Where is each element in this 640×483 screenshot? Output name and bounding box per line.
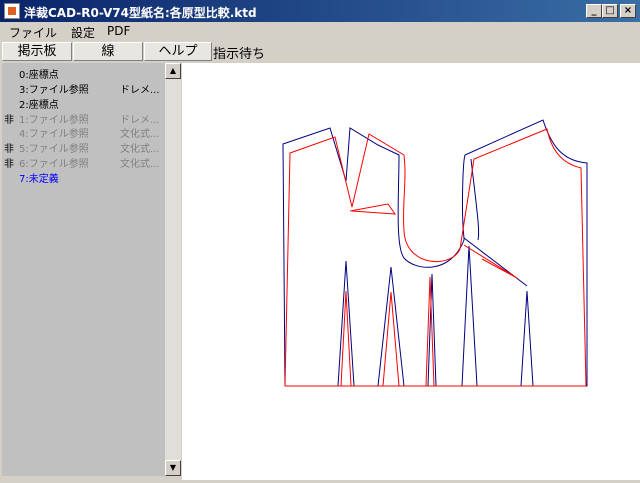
layer-desc: ドレメ... (120, 85, 160, 96)
layer-item[interactable]: 7:未定義 (2, 169, 165, 185)
pattern-drawing (282, 119, 588, 387)
app-icon[interactable] (4, 3, 20, 19)
layer-desc: 文化式... (120, 144, 160, 155)
layer-item[interactable]: 2:座標点 (2, 95, 165, 111)
layer-item[interactable]: 非 6:ファイル参照 文化式... (2, 154, 165, 170)
layer-list: 0:座標点 3:ファイル参照 ドレメ... 2:座標点 非 1:ファイル参照 ド… (2, 63, 165, 476)
waist-dart-b1 (340, 290, 352, 387)
back-bodice-outline-b (284, 128, 587, 387)
layer-list-scrollbar[interactable]: ▲ ▼ (165, 63, 181, 476)
bust-dart-a (463, 237, 528, 287)
bust-dart-b (463, 244, 518, 279)
layer-name: 4:ファイル参照 (19, 129, 89, 140)
scroll-down-button[interactable]: ▼ (165, 460, 181, 476)
waist-dart-a1 (337, 260, 355, 387)
menu-pdf[interactable]: PDF (107, 24, 130, 38)
menu-bar: ファイル 設定 PDF (0, 22, 640, 41)
layer-hidden-flag: 非 (4, 144, 14, 155)
status-text: 指示待ち (213, 47, 266, 62)
layer-item[interactable]: 3:ファイル参照 ドレメ... (2, 80, 165, 96)
toolbar: 掲示板 線 ヘルプ 指示待ち (0, 41, 640, 62)
layer-desc: 文化式... (120, 129, 160, 140)
help-button[interactable]: ヘルプ (144, 42, 212, 61)
layer-name: 6:ファイル参照 (19, 159, 89, 170)
layer-name: 5:ファイル参照 (19, 144, 89, 155)
layer-item[interactable]: 0:座標点 (2, 65, 165, 81)
waist-dart-b2 (382, 291, 400, 387)
layer-name: 0:座標点 (19, 70, 59, 81)
layer-hidden-flag: 非 (4, 159, 14, 170)
menu-file[interactable]: ファイル (9, 24, 57, 41)
minimize-button[interactable]: _ (586, 4, 602, 18)
close-button[interactable]: × (620, 4, 636, 18)
layer-item[interactable]: 4:ファイル参照 文化式... (2, 124, 165, 140)
layer-name: 3:ファイル参照 (19, 85, 89, 96)
waist-dart-a5 (520, 290, 534, 387)
waist-dart-a2 (377, 266, 405, 387)
layer-name: 2:座標点 (19, 100, 59, 111)
waist-dart-a4 (461, 245, 478, 387)
layer-item[interactable]: 非 5:ファイル参照 文化式... (2, 139, 165, 155)
red-neck-cut (349, 203, 397, 215)
layer-item[interactable]: 非 1:ファイル参照 ドレメ... (2, 110, 165, 126)
bulletin-board-button[interactable]: 掲示板 (2, 42, 72, 61)
drawing-canvas[interactable] (182, 63, 640, 480)
maximize-button[interactable]: □ (602, 4, 618, 18)
title-bar: 洋裁CAD-R0-V74型紙名:各原型比較.ktd _ □ × (0, 0, 640, 22)
line-button[interactable]: 線 (73, 42, 143, 61)
scroll-up-button[interactable]: ▲ (165, 63, 181, 79)
layer-name: 7:未定義 (19, 174, 59, 185)
window-title: 洋裁CAD-R0-V74型紙名:各原型比較.ktd (24, 6, 257, 20)
menu-settings[interactable]: 設定 (71, 24, 95, 41)
layer-desc: 文化式... (120, 159, 160, 170)
